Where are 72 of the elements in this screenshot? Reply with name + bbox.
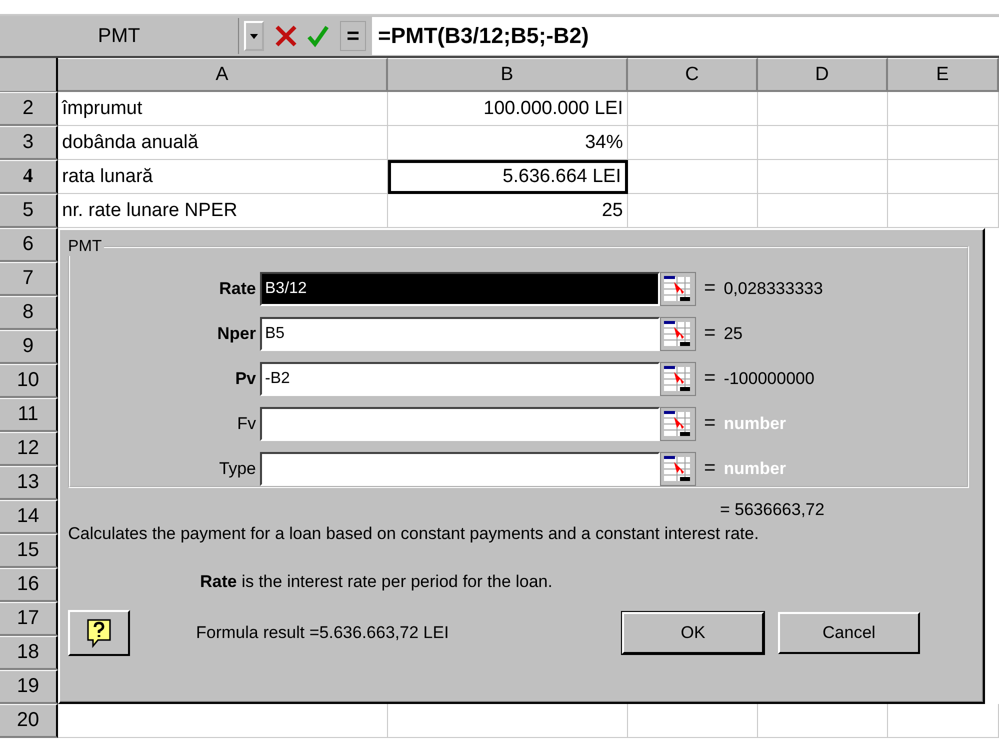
edit-formula-button[interactable]: = — [340, 21, 366, 51]
argument-field[interactable] — [260, 406, 660, 440]
cell-picker-icon[interactable] — [660, 406, 696, 440]
formula-field[interactable]: =PMT(B3/12;B5;-B2) — [372, 17, 999, 55]
column-header[interactable]: A — [58, 58, 388, 92]
table-cell: 5.636.664 LEI — [388, 160, 628, 194]
argument-result: 0,028333333 — [724, 278, 823, 298]
cancel-icon[interactable] — [274, 24, 298, 48]
select-all-corner[interactable] — [0, 58, 58, 92]
argument-field[interactable]: B3/12 — [260, 272, 660, 306]
argument-result: -100000000 — [724, 368, 814, 388]
group-title: PMT — [67, 238, 103, 256]
help-icon — [86, 618, 112, 648]
row-header[interactable]: 11 — [0, 398, 58, 432]
column-header[interactable]: D — [758, 58, 888, 92]
dropdown-button[interactable] — [244, 21, 264, 51]
table-cell: 34% — [388, 126, 628, 160]
row-header[interactable]: 7 — [0, 262, 58, 296]
row-header[interactable]: 17 — [0, 602, 58, 636]
argument-help-text: Rate is the interest rate per period for the loan. — [199, 572, 554, 592]
argument-field[interactable] — [260, 452, 660, 486]
table-cell: dobânda anuală — [58, 126, 388, 160]
row-header[interactable]: 13 — [0, 466, 58, 500]
row-header[interactable]: 5 — [0, 194, 58, 228]
row-header[interactable]: 3 — [0, 126, 58, 160]
row-header[interactable]: 4 — [0, 160, 58, 194]
row-header[interactable]: 8 — [0, 296, 58, 330]
argument-result: number — [724, 414, 786, 434]
row-header[interactable]: 14 — [0, 500, 58, 534]
dialog-button[interactable]: OK — [622, 612, 764, 654]
cell-picker-icon[interactable] — [660, 452, 696, 486]
equals-sign: = — [704, 277, 716, 300]
checkmark-icon[interactable] — [306, 24, 330, 48]
row-header[interactable]: 12 — [0, 432, 58, 466]
row-header[interactable]: 16 — [0, 568, 58, 602]
table-cell: rata lunară — [58, 160, 388, 194]
row-header[interactable]: 20 — [0, 704, 58, 738]
column-header[interactable]: C — [628, 58, 758, 92]
column-header[interactable]: B — [388, 58, 628, 92]
equals-sign: = — [704, 322, 716, 345]
equals-sign: = — [704, 457, 716, 480]
argument-label: Pv — [234, 368, 257, 388]
table-cell: 100.000.000 LEI — [388, 92, 628, 126]
argument-label: Fv — [236, 414, 257, 434]
help-button[interactable] — [68, 610, 130, 656]
row-header[interactable]: 10 — [0, 364, 58, 398]
row-header[interactable]: 2 — [0, 92, 58, 126]
cell-picker-icon[interactable] — [660, 362, 696, 396]
argument-label: Rate — [218, 278, 257, 298]
row-header[interactable]: 19 — [0, 670, 58, 704]
argument-label: Nper — [216, 324, 257, 344]
argument-field[interactable]: B5 — [260, 316, 660, 350]
equals-sign: = — [704, 412, 716, 435]
dialog-button[interactable]: Cancel — [778, 612, 920, 654]
name-box[interactable]: PMT — [0, 18, 239, 54]
row-header[interactable]: 9 — [0, 330, 58, 364]
column-header[interactable]: E — [888, 58, 999, 92]
formula-value: = 5636663,72 — [719, 500, 826, 520]
function-description: Calculates the payment for a loan based on constant payments and a constant interest rate. — [67, 524, 760, 544]
row-header[interactable]: 6 — [0, 228, 58, 262]
row-header[interactable]: 18 — [0, 636, 58, 670]
argument-label: Type — [218, 458, 257, 478]
argument-result: 25 — [724, 324, 743, 344]
argument-result: number — [724, 458, 786, 478]
cell-picker-icon[interactable] — [660, 316, 696, 350]
argument-field[interactable]: -B2 — [260, 362, 660, 396]
cell-picker-icon[interactable] — [660, 272, 696, 306]
row-header[interactable]: 15 — [0, 534, 58, 568]
caret-icon — [250, 34, 258, 38]
equals-sign: = — [704, 367, 716, 390]
table-cell: împrumut — [58, 92, 388, 126]
formula-result: Formula result =5.636.663,72 LEI — [196, 623, 450, 643]
